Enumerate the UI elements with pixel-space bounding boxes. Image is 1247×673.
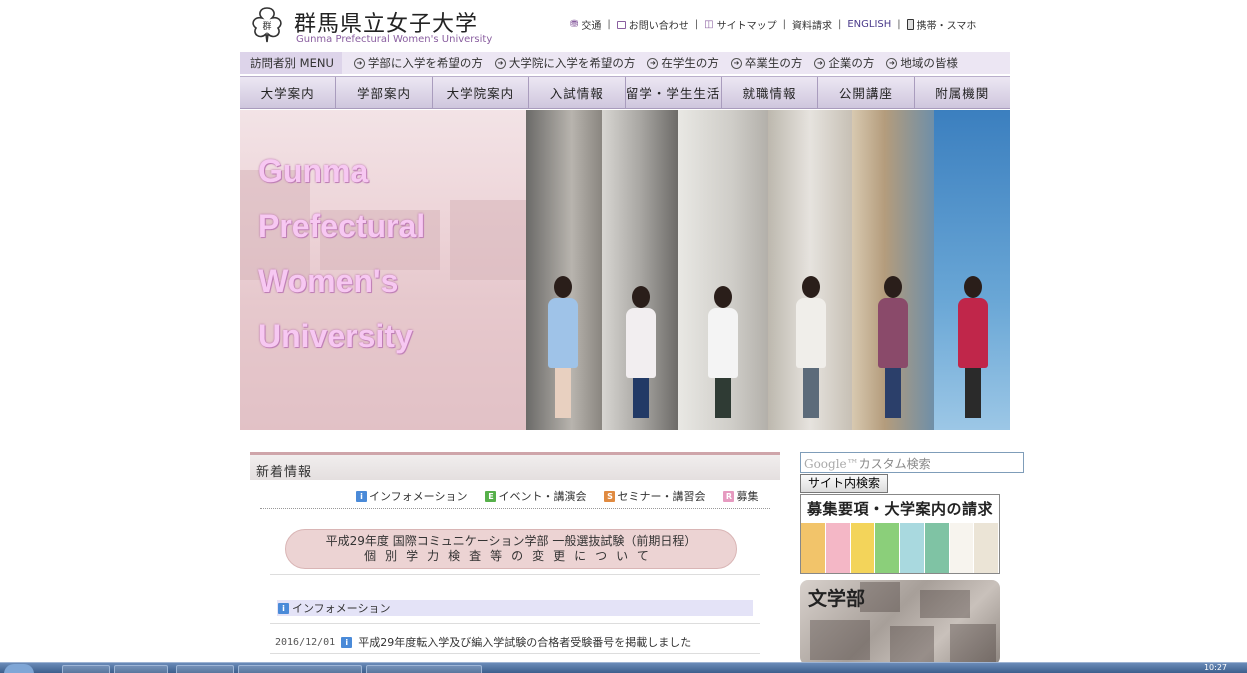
- util-link-english[interactable]: ENGLISH: [847, 19, 891, 30]
- hero-title: Gunma Prefectural Women's University: [258, 153, 426, 354]
- os-taskbar: 10:27: [0, 662, 1247, 673]
- utility-links: ⛃ 交通 | お問い合わせ | ◫ サイトマップ | 資料請求 | ENGLIS…: [570, 17, 976, 32]
- info-icon: i: [341, 636, 353, 648]
- visitor-item-community[interactable]: ➜ 地域の皆様: [886, 55, 958, 71]
- brochure-covers: [801, 523, 999, 573]
- news-section: 新着情報 i インフォメーション E イベント・講演会 S セミナー・講習会 R 募集 …: [250, 452, 780, 654]
- category-information[interactable]: i インフォメーション: [356, 488, 467, 504]
- taskbar-app[interactable]: [176, 665, 234, 673]
- visitor-item-undergrad-applicants[interactable]: ➜ 学部に入学を希望の方: [353, 55, 483, 71]
- separator: |: [607, 19, 611, 30]
- nav-faculties[interactable]: 学部案内: [336, 77, 433, 108]
- nav-about[interactable]: 大学案内: [240, 77, 337, 108]
- taskbar-app[interactable]: [114, 665, 168, 673]
- site-search-button[interactable]: サイト内検索: [800, 474, 888, 493]
- brochure-request-banner[interactable]: 募集要項・大学案内の請求: [800, 494, 1000, 574]
- sitemap-icon: ◫: [704, 19, 714, 30]
- visitor-menu-label: 訪問者別 MENU: [240, 52, 342, 74]
- visitor-item-alumni[interactable]: ➜ 卒業生の方: [730, 55, 802, 71]
- nav-institutes[interactable]: 附属機関: [915, 77, 1010, 108]
- logo-english: Gunma Prefectural Women's University: [296, 34, 493, 45]
- arrow-circle-icon: ➜: [647, 57, 659, 69]
- hero-photo-panel: [768, 110, 852, 430]
- divider: [270, 623, 760, 624]
- faculty-label: 文学部: [808, 588, 866, 610]
- info-icon: i: [356, 490, 367, 502]
- visitor-menu: 訪問者別 MENU ➜ 学部に入学を希望の方 ➜ 大学院に入学を希望の方 ➜ 在学生の…: [240, 52, 1010, 74]
- recruit-icon: R: [723, 490, 735, 502]
- info-icon: i: [278, 602, 289, 614]
- arrow-circle-icon: ➜: [730, 57, 742, 69]
- student-figure: [956, 276, 990, 418]
- car-icon: ⛃: [570, 19, 579, 30]
- taskbar-app[interactable]: [366, 665, 482, 673]
- util-link-contact[interactable]: お問い合わせ: [616, 17, 689, 32]
- util-link-request[interactable]: 資料請求: [792, 17, 832, 32]
- nav-admissions[interactable]: 入試情報: [529, 77, 626, 108]
- visitor-item-companies[interactable]: ➜ 企業の方: [814, 55, 874, 71]
- news-category-filter: i インフォメーション E イベント・講演会 S セミナー・講習会 R 募集: [356, 488, 758, 504]
- separator: |: [897, 19, 901, 30]
- information-section-header: i インフォメーション: [277, 600, 753, 616]
- news-title: 新着情報: [250, 452, 780, 480]
- util-link-sitemap[interactable]: ◫ サイトマップ: [704, 17, 776, 32]
- faculty-of-letters-banner[interactable]: 文学部: [800, 580, 1000, 665]
- separator: |: [837, 19, 842, 30]
- crest-icon: 群: [252, 7, 282, 43]
- site-search-input[interactable]: Google™カスタム検索: [800, 452, 1024, 473]
- svg-text:群: 群: [262, 20, 271, 32]
- event-icon: E: [485, 490, 497, 502]
- visitor-item-students[interactable]: ➜ 在学生の方: [647, 55, 719, 71]
- hero-photo-panel: [526, 110, 602, 430]
- nav-open-lectures[interactable]: 公開講座: [818, 77, 915, 108]
- nav-graduate[interactable]: 大学院案内: [433, 77, 530, 108]
- student-figure: [546, 276, 580, 418]
- nav-student-life[interactable]: 留学・学生生活: [626, 77, 722, 108]
- nav-careers[interactable]: 就職情報: [722, 77, 819, 108]
- hero-image: Gunma Prefectural Women's University: [240, 110, 1010, 430]
- seminar-icon: S: [604, 490, 616, 502]
- category-recruitment[interactable]: R 募集: [723, 488, 758, 504]
- util-link-mobile[interactable]: 携帯・スマホ: [906, 17, 976, 32]
- student-figure: [706, 286, 740, 418]
- divider: [270, 653, 760, 654]
- taskbar-app[interactable]: [238, 665, 362, 673]
- util-link-access[interactable]: ⛃ 交通: [570, 17, 601, 32]
- mobile-icon: [906, 19, 914, 30]
- hero-photo-panel: [602, 110, 678, 430]
- hero-photo-panel: [678, 110, 768, 430]
- student-figure: [794, 276, 828, 418]
- news-text: 平成29年度転入学及び編入学試験の合格者受験番号を掲載しました: [358, 636, 692, 649]
- global-nav: 大学案内 学部案内 大学院案内 入試情報 留学・学生生活 就職情報 公開講座 附…: [240, 76, 1010, 109]
- hero-campus-photo: Gunma Prefectural Women's University: [240, 110, 526, 430]
- visitor-item-grad-applicants[interactable]: ➜ 大学院に入学を希望の方: [494, 55, 635, 71]
- divider: [270, 574, 760, 575]
- exam-change-banner[interactable]: 平成29年度 国際コミュニケーション学部 一般選抜試験（前期日程） 個別学力検査…: [285, 529, 737, 569]
- arrow-circle-icon: ➜: [886, 57, 898, 69]
- student-figure: [624, 286, 658, 418]
- category-events[interactable]: E イベント・講演会: [485, 488, 586, 504]
- arrow-circle-icon: ➜: [814, 57, 826, 69]
- student-figure: [876, 276, 910, 418]
- divider: [260, 508, 770, 509]
- taskbar-clock: 10:27: [1203, 663, 1227, 672]
- category-seminars[interactable]: S セミナー・講習会: [604, 488, 705, 504]
- university-logo[interactable]: 群 群馬県立女子大学 Gunma Prefectural Women's Uni…: [246, 4, 496, 46]
- arrow-circle-icon: ➜: [494, 57, 506, 69]
- separator: |: [782, 19, 786, 30]
- arrow-circle-icon: ➜: [353, 57, 365, 69]
- separator: |: [694, 19, 699, 30]
- start-button[interactable]: [4, 664, 34, 673]
- news-item[interactable]: 2016/12/01 i 平成29年度転入学及び編入学試験の合格者受験番号を掲載…: [275, 634, 691, 650]
- hero-photo-panel: [934, 110, 1010, 430]
- news-date: 2016/12/01: [275, 636, 336, 648]
- hero-photo-panel: [852, 110, 934, 430]
- mail-icon: [616, 20, 626, 29]
- taskbar-app[interactable]: [62, 665, 110, 673]
